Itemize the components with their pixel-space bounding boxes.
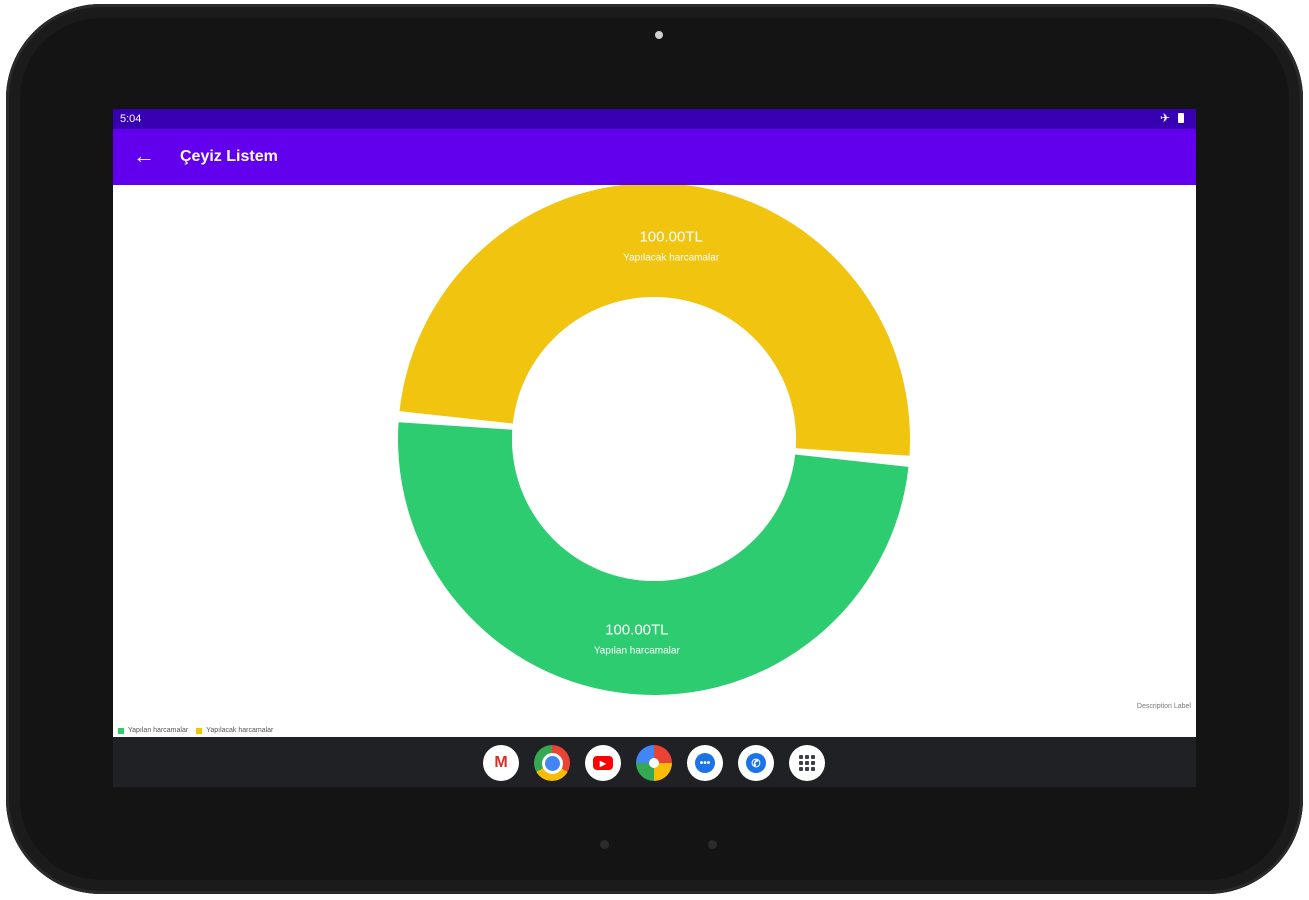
slice-value-label: 100.00TL bbox=[605, 621, 668, 638]
taskbar: M ▶ ••• ✆ bbox=[113, 737, 1196, 787]
status-icons: ✈ bbox=[1160, 112, 1184, 124]
chrome-center bbox=[541, 752, 563, 774]
legend-label: Yapılacak harcamalar bbox=[206, 727, 274, 734]
app-bar: ← Çeyiz Listem bbox=[113, 129, 1196, 185]
donut-hole bbox=[526, 311, 782, 567]
slice-name-label: Yapılan harcamalar bbox=[594, 645, 681, 656]
chart-description: Description Label bbox=[1136, 703, 1191, 710]
donut-chart[interactable]: 100.00TL Yapılacak harcamalar 100.00TL Yapı… bbox=[113, 185, 1196, 737]
legend-item: Yapılacak harcamalar bbox=[196, 727, 273, 734]
camera-icon bbox=[655, 31, 663, 39]
device-screen: 5:04 ✈ ← Çeyiz Listem 100.00TL Yapılacak … bbox=[113, 109, 1196, 787]
chart-area: 100.00TL Yapılacak harcamalar 100.00TL Yapı… bbox=[113, 185, 1196, 737]
gmail-glyph: M bbox=[494, 754, 508, 771]
status-time: 5:04 bbox=[120, 113, 142, 125]
airplane-icon: ✈ bbox=[1159, 111, 1170, 125]
gmail-icon[interactable]: M bbox=[483, 745, 519, 781]
battery-icon bbox=[1178, 113, 1184, 123]
app-drawer-grid bbox=[799, 755, 815, 771]
slice-value-label: 100.00TL bbox=[639, 229, 702, 246]
youtube-glyph: ▶ bbox=[593, 756, 613, 770]
legend-swatch-done bbox=[118, 727, 124, 734]
app-dock: M ▶ ••• ✆ bbox=[483, 745, 825, 781]
legend-label: Yapılan harcamalar bbox=[128, 727, 189, 734]
phone-icon[interactable]: ✆ bbox=[738, 745, 774, 781]
chart-legend: Yapılan harcamalar Yapılacak harcamalar bbox=[118, 727, 273, 734]
sensor-dot bbox=[708, 840, 717, 849]
legend-swatch-pending bbox=[196, 727, 203, 734]
youtube-icon[interactable]: ▶ bbox=[585, 745, 621, 781]
phone-glyph: ✆ bbox=[746, 753, 766, 773]
arrow-back-icon[interactable]: ← bbox=[133, 144, 155, 168]
slice-name-label: Yapılacak harcamalar bbox=[623, 253, 720, 264]
photos-center bbox=[649, 758, 659, 768]
photos-icon[interactable] bbox=[636, 745, 672, 781]
chrome-icon[interactable] bbox=[534, 745, 570, 781]
legend-item: Yapılan harcamalar bbox=[118, 727, 188, 734]
app-drawer-icon[interactable] bbox=[789, 745, 825, 781]
status-bar: 5:04 ✈ bbox=[113, 109, 1196, 129]
messages-glyph: ••• bbox=[695, 753, 715, 773]
sensor-dot bbox=[600, 840, 609, 849]
page-title: Çeyiz Listem bbox=[180, 148, 278, 165]
messages-icon[interactable]: ••• bbox=[687, 745, 723, 781]
